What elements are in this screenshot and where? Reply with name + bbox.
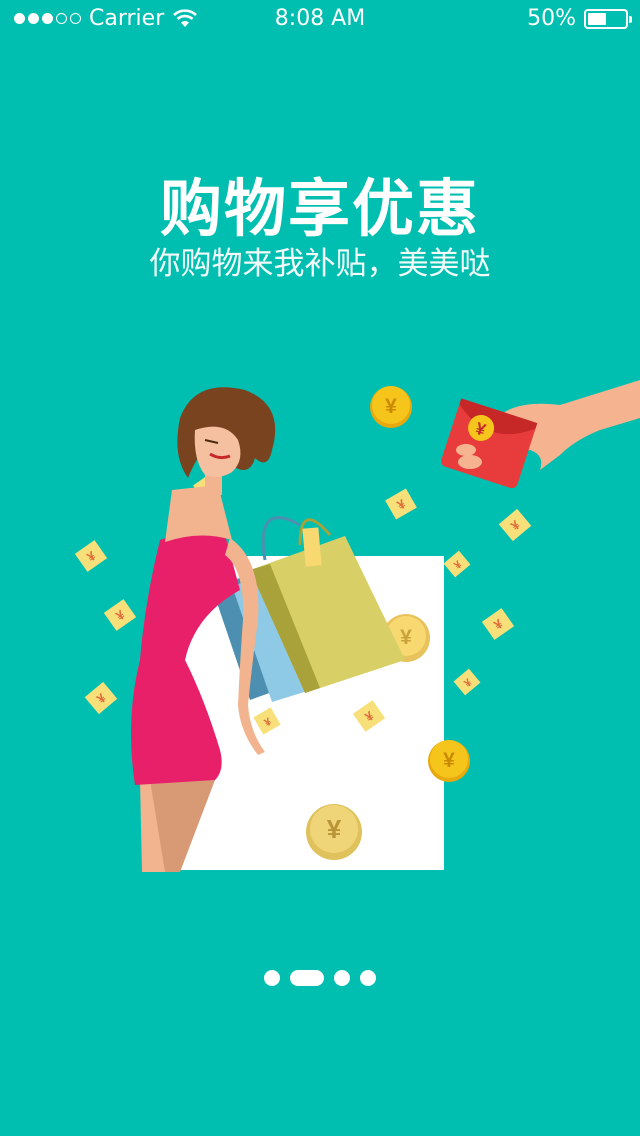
- bill-8: ¥: [453, 668, 481, 696]
- bill-5: ¥: [498, 508, 532, 542]
- coin-4: ¥: [306, 804, 362, 860]
- coin-1: ¥: [370, 386, 412, 428]
- bill-3: ¥: [84, 681, 118, 715]
- hand-with-red-envelope: ¥: [441, 380, 640, 489]
- page-title: 购物享优惠: [159, 172, 480, 245]
- page-subtitle: 你购物来我补贴，美美哒: [149, 246, 491, 282]
- bill-1: ¥: [74, 540, 108, 572]
- coin-3: ¥: [428, 740, 470, 782]
- bill-6: ¥: [443, 550, 471, 578]
- bill-2: ¥: [103, 599, 137, 631]
- page-dot-3[interactable]: [334, 970, 350, 986]
- shopping-illustration: ¥ ¥ ¥ ¥ ¥ ¥ ¥ ¥ ¥ ¥ ¥ ¥ ¥ ¥ ¥ ¥: [74, 380, 640, 872]
- coin-yuan-2: ¥: [400, 626, 412, 649]
- page-dot-2-active[interactable]: [290, 970, 324, 986]
- battery-percent: 50%: [527, 6, 576, 31]
- bill-7: ¥: [481, 608, 515, 640]
- bill-4: ¥: [385, 488, 417, 520]
- page-dot-4[interactable]: [360, 970, 376, 986]
- coin-yuan-3: ¥: [443, 749, 455, 772]
- coin-yuan-4: ¥: [327, 814, 342, 844]
- page-dot-1[interactable]: [264, 970, 280, 986]
- battery-icon: [584, 8, 632, 29]
- status-right: 50%: [527, 6, 632, 31]
- page-indicator[interactable]: [0, 970, 640, 986]
- coin-yuan-1: ¥: [385, 395, 397, 418]
- status-bar: Carrier 8:08 AM 50%: [0, 0, 640, 40]
